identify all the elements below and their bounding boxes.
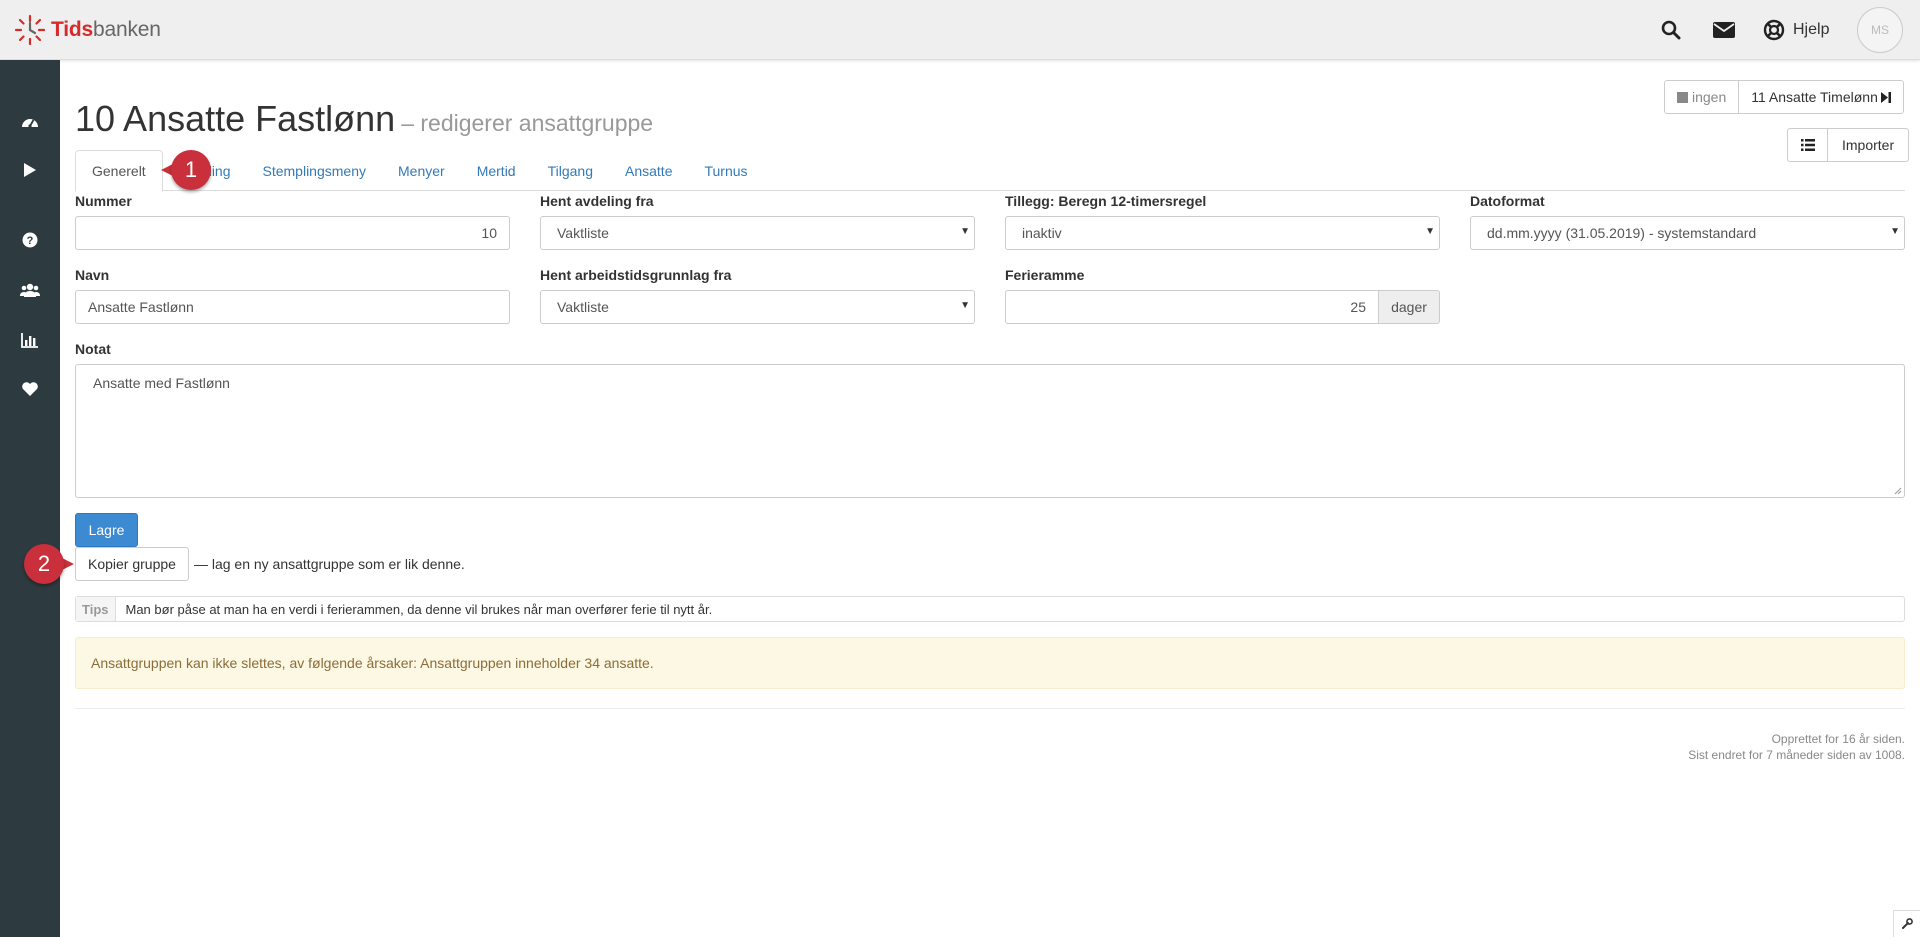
top-bar: Tidsbanken Hjelp MS xyxy=(0,0,1920,60)
group-navigation: ingen 11 Ansatte Timelønn xyxy=(1664,80,1904,114)
heart-icon[interactable] xyxy=(18,377,42,401)
tab-stemplingsmeny[interactable]: Stemplingsmeny xyxy=(247,150,383,191)
caret-down-icon: ▼ xyxy=(960,300,970,311)
next-group-button[interactable]: 11 Ansatte Timelønn xyxy=(1738,80,1904,114)
user-avatar[interactable]: MS xyxy=(1857,7,1903,53)
tips-label: Tips xyxy=(76,597,116,621)
bar-chart-icon[interactable] xyxy=(18,328,42,352)
tab-bar: Generelt ling Stemplingsmeny Menyer Mert… xyxy=(75,150,1905,192)
datoformat-label: Datoformat xyxy=(1470,193,1545,209)
tillegg-select[interactable]: inaktiv ▼ xyxy=(1005,216,1440,250)
users-icon[interactable] xyxy=(18,278,42,302)
callout-marker-2-number: 2 xyxy=(24,544,64,584)
tab-turnus[interactable]: Turnus xyxy=(688,150,763,191)
question-icon[interactable]: ? xyxy=(18,228,42,252)
copy-group-row: Kopier gruppe — lag en ny ansattgruppe s… xyxy=(75,547,465,581)
search-icon[interactable] xyxy=(1659,18,1683,42)
logo-text-banken: banken xyxy=(93,18,161,41)
avdeling-select-value: Vaktliste xyxy=(557,225,609,241)
ferieramme-unit: dager xyxy=(1378,290,1440,324)
delete-warning-alert: Ansattgruppen kan ikke slettes, av følge… xyxy=(75,637,1905,689)
logo-text-tids: Tids xyxy=(51,18,93,41)
play-icon[interactable] xyxy=(18,158,42,182)
step-forward-icon xyxy=(1880,91,1891,103)
envelope-icon[interactable] xyxy=(1712,18,1736,42)
datoformat-select-value: dd.mm.yyyy (31.05.2019) - systemstandard xyxy=(1487,225,1757,241)
next-group-label: 11 Ansatte Timelønn xyxy=(1751,89,1878,105)
copy-group-description: — lag en ny ansattgruppe som er lik denn… xyxy=(193,556,465,572)
callout-marker-1: 1 xyxy=(161,150,211,190)
dashboard-icon[interactable] xyxy=(18,109,42,133)
tillegg-select-value: inaktiv xyxy=(1022,225,1062,241)
resize-handle-icon[interactable] xyxy=(1894,487,1902,495)
caret-down-icon: ▼ xyxy=(960,226,970,237)
record-metadata: Opprettet for 16 år siden. Sist endret f… xyxy=(1688,731,1905,763)
divider xyxy=(75,708,1905,709)
avdeling-label: Hent avdeling fra xyxy=(540,193,654,209)
arbeidstid-select[interactable]: Vaktliste ▼ xyxy=(540,290,975,324)
lifebuoy-icon xyxy=(1763,19,1785,41)
tab-generelt[interactable]: Generelt xyxy=(75,150,163,192)
callout-marker-1-number: 1 xyxy=(171,150,211,190)
navn-input[interactable]: Ansatte Fastlønn xyxy=(75,290,510,324)
clock-logo-icon xyxy=(14,14,46,46)
page-subtitle: – redigerer ansattgruppe xyxy=(401,110,654,136)
help-label: Hjelp xyxy=(1793,21,1830,38)
notat-label: Notat xyxy=(75,341,111,357)
tidsbanken-logo[interactable]: Tidsbanken xyxy=(14,14,161,46)
datoformat-select[interactable]: dd.mm.yyyy (31.05.2019) - systemstandard… xyxy=(1470,216,1905,250)
page-title: 10 Ansatte Fastlønn – redigerer ansattgru… xyxy=(75,98,653,140)
wrench-icon[interactable] xyxy=(1893,910,1920,937)
arbeidstid-label: Hent arbeidstidsgrunnlag fra xyxy=(540,267,732,283)
tips-box: Tips Man bør påse at man ha en verdi i f… xyxy=(75,596,1905,622)
notat-text: Ansatte med Fastlønn xyxy=(93,375,230,391)
caret-down-icon: ▼ xyxy=(1425,226,1435,237)
previous-group-label: ingen xyxy=(1692,89,1727,105)
ferieramme-input[interactable]: 25 xyxy=(1005,290,1379,324)
tab-menyer[interactable]: Menyer xyxy=(382,150,461,191)
arbeidstid-select-value: Vaktliste xyxy=(557,299,609,315)
created-text: Opprettet for 16 år siden. xyxy=(1771,732,1905,746)
avdeling-select[interactable]: Vaktliste ▼ xyxy=(540,216,975,250)
notat-textarea[interactable]: Ansatte med Fastlønn xyxy=(75,364,1905,498)
help-link[interactable]: Hjelp xyxy=(1763,18,1829,42)
ferieramme-label: Ferieramme xyxy=(1005,267,1085,283)
tab-ansatte[interactable]: Ansatte xyxy=(609,150,688,191)
page-title-text: 10 Ansatte Fastlønn xyxy=(75,98,396,139)
nummer-input[interactable]: 10 xyxy=(75,216,510,250)
tillegg-label: Tillegg: Beregn 12-timersregel xyxy=(1005,193,1207,209)
modified-text: Sist endret for 7 måneder siden av 1008. xyxy=(1688,748,1905,762)
tips-text: Man bør påse at man ha en verdi i ferier… xyxy=(125,601,713,617)
sidebar: ? xyxy=(0,60,60,937)
navn-label: Navn xyxy=(75,267,110,283)
svg-text:?: ? xyxy=(27,235,34,247)
previous-group-button[interactable]: ingen xyxy=(1664,80,1740,114)
copy-group-button[interactable]: Kopier gruppe xyxy=(75,547,189,581)
save-button[interactable]: Lagre xyxy=(75,513,138,547)
callout-marker-2: 2 xyxy=(24,544,74,584)
nummer-label: Nummer xyxy=(75,193,132,209)
tab-tilgang[interactable]: Tilgang xyxy=(532,150,609,191)
tab-mertid[interactable]: Mertid xyxy=(461,150,532,191)
stop-icon xyxy=(1677,91,1688,103)
caret-down-icon: ▼ xyxy=(1890,226,1900,237)
